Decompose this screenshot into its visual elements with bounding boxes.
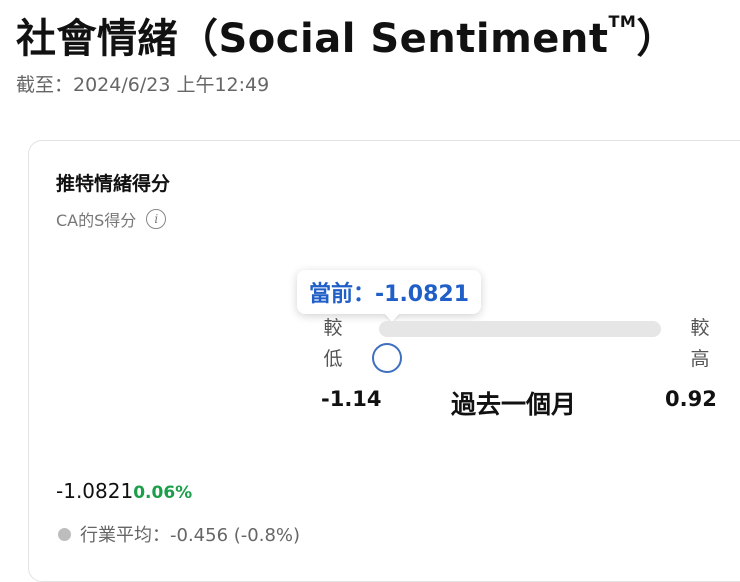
current-score: -1.08210.06% bbox=[56, 479, 192, 503]
current-value-tooltip: 當前：-1.0821 bbox=[297, 270, 482, 314]
sentiment-card: 推特情緒得分 CA的S得分 i 當前：-1.0821 較 低 較 高 -1.14… bbox=[28, 140, 740, 582]
range-min: -1.14 bbox=[321, 387, 382, 411]
title-close: ） bbox=[636, 16, 677, 62]
high-label-bottom: 高 bbox=[690, 348, 710, 370]
sentiment-range-track bbox=[379, 321, 661, 337]
high-label-top: 較 bbox=[690, 317, 710, 339]
info-icon[interactable]: i bbox=[146, 209, 167, 229]
low-label-top: 較 bbox=[323, 317, 343, 339]
low-label-bottom: 低 bbox=[323, 348, 343, 370]
legend-dot bbox=[58, 527, 71, 541]
current-score-value: -1.0821 bbox=[56, 479, 134, 503]
industry-average-text: 行業平均：-0.456 (-0.8%) bbox=[80, 525, 301, 546]
current-change-percent: 0.06% bbox=[133, 483, 193, 503]
page-title: 社會情緒（Social SentimentTM） bbox=[16, 6, 677, 64]
current-position-thumb[interactable] bbox=[371, 343, 402, 373]
range-max: 0.92 bbox=[665, 387, 717, 411]
trademark: TM bbox=[608, 12, 637, 31]
title-text: 社會情緒（Social Sentiment bbox=[16, 16, 609, 62]
updated-timestamp: 截至：2024/6/23 上午12:49 bbox=[16, 74, 270, 96]
card-subtitle: CA的S得分 i bbox=[56, 207, 167, 231]
card-subtitle-text: CA的S得分 bbox=[56, 211, 137, 230]
card-title: 推特情緒得分 bbox=[56, 173, 171, 195]
industry-average: 行業平均：-0.456 (-0.8%) bbox=[58, 521, 300, 547]
period-label: 過去一個月 bbox=[451, 390, 577, 419]
